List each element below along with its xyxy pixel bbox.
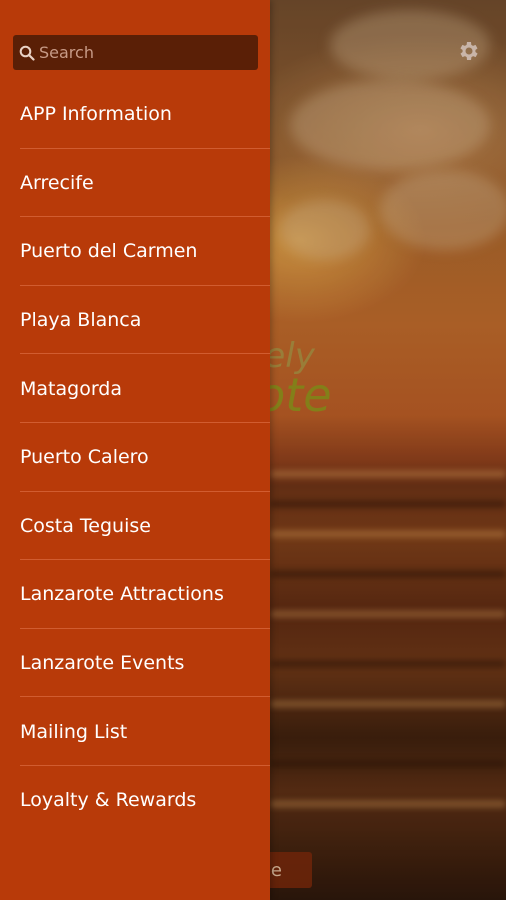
- search-input[interactable]: [37, 43, 249, 62]
- menu-item-matagorda[interactable]: Matagorda: [0, 354, 270, 423]
- menu-item-app-information[interactable]: APP Information: [0, 80, 270, 149]
- search-icon: [17, 43, 37, 63]
- drawer-menu: APP Information Arrecife Puerto del Carm…: [0, 80, 270, 835]
- search-bar[interactable]: [13, 35, 258, 70]
- menu-item-playa-blanca[interactable]: Playa Blanca: [0, 286, 270, 355]
- menu-item-puerto-del-carmen[interactable]: Puerto del Carmen: [0, 217, 270, 286]
- menu-item-mailing-list[interactable]: Mailing List: [0, 697, 270, 766]
- menu-item-puerto-calero[interactable]: Puerto Calero: [0, 423, 270, 492]
- navigation-drawer: APP Information Arrecife Puerto del Carm…: [0, 0, 270, 900]
- menu-item-lanzarote-events[interactable]: Lanzarote Events: [0, 629, 270, 698]
- menu-item-arrecife[interactable]: Arrecife: [0, 149, 270, 218]
- menu-item-loyalty-rewards[interactable]: Loyalty & Rewards: [0, 766, 270, 835]
- menu-item-costa-teguise[interactable]: Costa Teguise: [0, 492, 270, 561]
- menu-item-lanzarote-attractions[interactable]: Lanzarote Attractions: [0, 560, 270, 629]
